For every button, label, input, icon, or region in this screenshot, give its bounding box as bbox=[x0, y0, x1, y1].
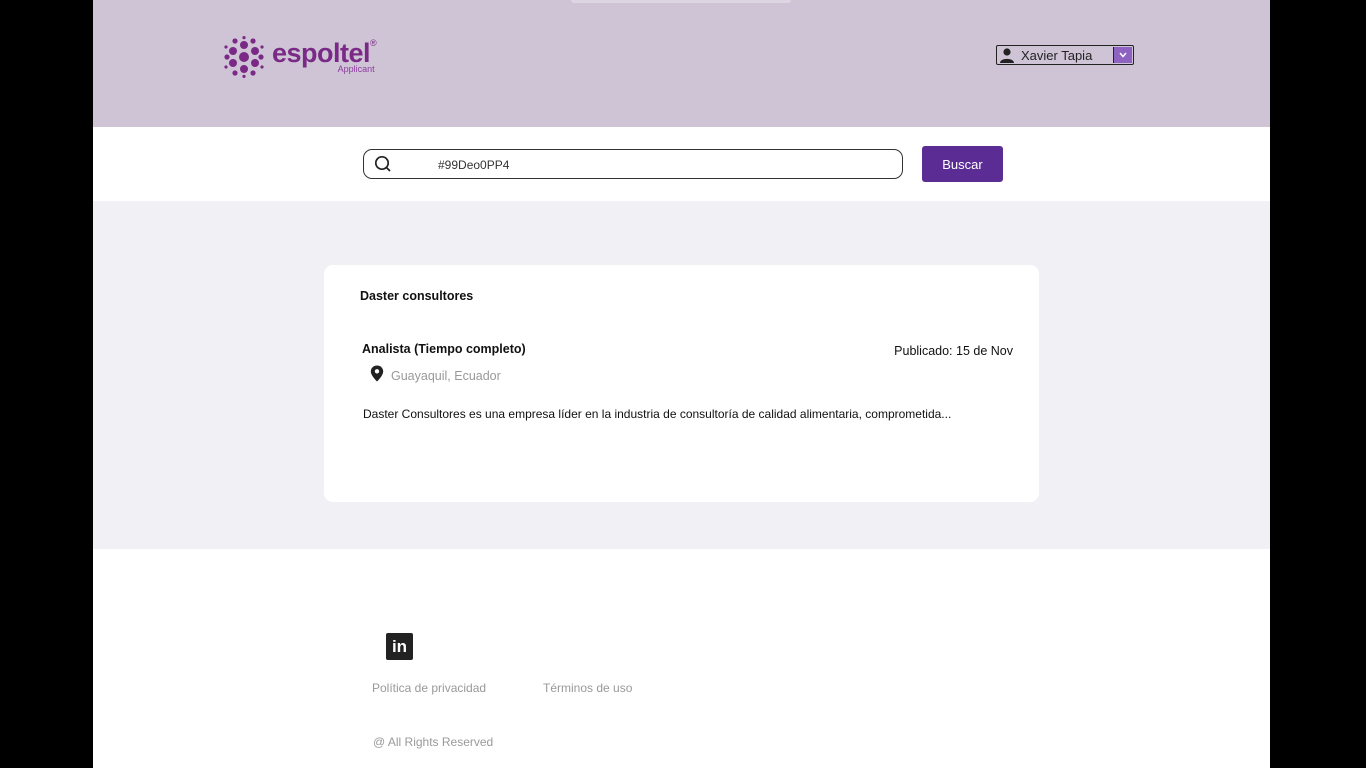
header: espoltel® Applicant Xavier Tapia bbox=[93, 0, 1270, 127]
search-button[interactable]: Buscar bbox=[922, 146, 1003, 182]
brand-subtitle: Applicant bbox=[337, 64, 375, 74]
footer: in Política de privacidad Términos de us… bbox=[93, 549, 1270, 768]
company-name: Daster consultores bbox=[360, 289, 474, 303]
user-icon bbox=[997, 46, 1017, 64]
search-box[interactable] bbox=[363, 149, 903, 179]
brand-wordmark: espoltel® Applicant bbox=[272, 38, 377, 74]
published-date: Publicado: 15 de Nov bbox=[894, 344, 1013, 358]
terms-of-use-link[interactable]: Términos de uso bbox=[543, 681, 632, 695]
location-pin-icon bbox=[370, 365, 384, 387]
page: espoltel® Applicant Xavier Tapia #99Deo0… bbox=[93, 0, 1270, 768]
brand-logo[interactable]: espoltel® Applicant bbox=[224, 36, 377, 78]
job-location: Guayaquil, Ecuador bbox=[391, 369, 501, 383]
privacy-policy-link[interactable]: Política de privacidad bbox=[372, 681, 486, 695]
user-menu-dropdown[interactable]: Xavier Tapia bbox=[996, 45, 1134, 65]
top-tab-indicator bbox=[571, 0, 791, 3]
chevron-down-icon[interactable] bbox=[1113, 47, 1132, 63]
linkedin-icon[interactable]: in bbox=[386, 633, 413, 660]
search-icon bbox=[374, 155, 392, 178]
search-bar-section: Buscar bbox=[93, 127, 1270, 201]
results-section: Daster consultores Analista (Tiempo comp… bbox=[93, 201, 1270, 549]
job-title[interactable]: Analista (Tiempo completo) bbox=[362, 342, 526, 356]
brand-registered-mark: ® bbox=[370, 38, 377, 48]
copyright-text: @ All Rights Reserved bbox=[373, 735, 494, 749]
brand-logo-mark-icon bbox=[224, 36, 264, 78]
job-description: Daster Consultores es una empresa líder … bbox=[363, 407, 952, 421]
job-card[interactable]: Daster consultores Analista (Tiempo comp… bbox=[324, 265, 1039, 502]
user-name: Xavier Tapia bbox=[1021, 47, 1093, 63]
search-input[interactable] bbox=[436, 154, 880, 176]
